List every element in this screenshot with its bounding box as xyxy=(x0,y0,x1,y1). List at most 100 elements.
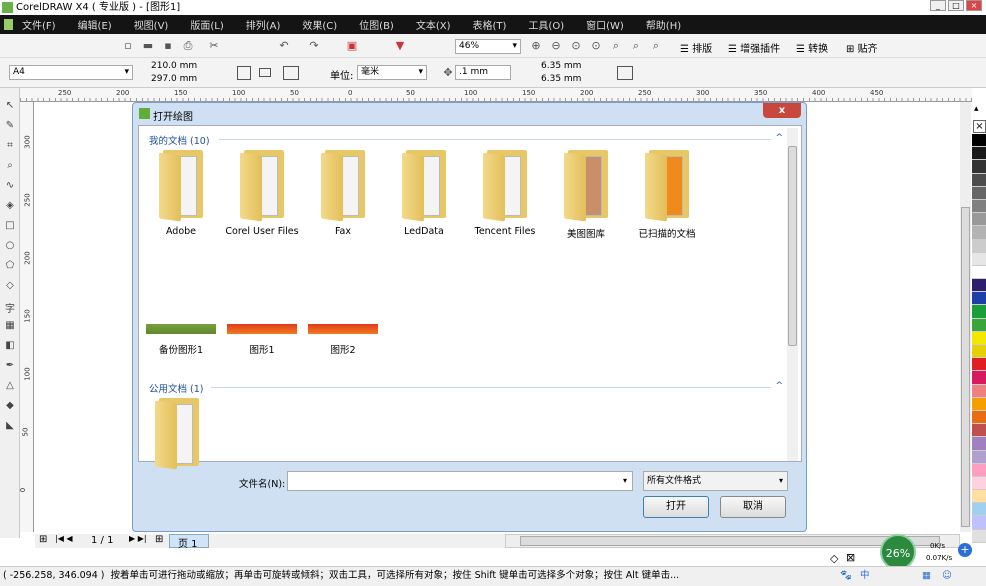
color-swatch[interactable] xyxy=(972,186,986,200)
menu-item[interactable]: 表格(T) xyxy=(473,17,507,32)
zoom-level-select[interactable]: 46% ▾ xyxy=(455,39,521,54)
plugin-snap-button[interactable]: ⊞ 贴齐 xyxy=(846,40,878,55)
color-swatch[interactable] xyxy=(972,529,986,543)
color-swatch[interactable] xyxy=(972,226,986,240)
polygon-tool-icon[interactable]: ⬠ xyxy=(3,260,17,274)
smart-fill-tool-icon[interactable]: ◈ xyxy=(3,200,17,214)
color-swatch[interactable] xyxy=(972,173,986,187)
open-icon[interactable]: ▬ xyxy=(142,40,154,52)
eyedropper-tool-icon[interactable]: ✒ xyxy=(3,360,17,374)
plugin-convert-button[interactable]: ☰ 转换 xyxy=(796,40,828,55)
file-item[interactable]: 图形2 xyxy=(305,324,381,356)
open-button[interactable]: 打开 xyxy=(643,496,709,518)
rectangle-tool-icon[interactable]: □ xyxy=(3,220,17,234)
pick-tool-icon[interactable]: ↖ xyxy=(3,100,17,114)
folder-item[interactable]: 美图图库 xyxy=(548,150,624,240)
folder-item[interactable]: Corel User Files xyxy=(224,150,300,237)
file-item[interactable]: 备份图形1 xyxy=(143,324,219,356)
last-page-icon[interactable]: ▶ ▶| xyxy=(129,534,147,543)
folder-item[interactable]: LedData xyxy=(386,150,462,237)
dialog-scrollbar[interactable] xyxy=(787,128,798,461)
menu-item[interactable]: 窗口(W) xyxy=(586,17,624,32)
treat-as-filled-icon[interactable] xyxy=(617,66,633,80)
zoom-selected-icon[interactable]: ⊙ xyxy=(570,40,582,52)
freehand-tool-icon[interactable]: ∿ xyxy=(3,180,17,194)
palette-scroll-up-icon[interactable]: ▴ xyxy=(974,104,985,116)
color-swatch[interactable] xyxy=(972,397,986,411)
table-tool-icon[interactable]: ▦ xyxy=(3,320,17,334)
add-page-after-icon[interactable]: ⊞ xyxy=(155,534,163,545)
color-swatch[interactable] xyxy=(972,358,986,372)
new-icon[interactable]: ▫ xyxy=(122,40,134,52)
folder-item[interactable]: 已扫描的文档 xyxy=(629,150,705,240)
color-swatch[interactable] xyxy=(972,147,986,161)
fill-tool-icon[interactable]: ◆ xyxy=(3,400,17,414)
color-swatch[interactable] xyxy=(972,252,986,266)
plugin-layout-button[interactable]: ☰ 排版 xyxy=(680,40,712,55)
page-tab[interactable]: 页 1 xyxy=(169,534,209,550)
filename-input[interactable] xyxy=(287,471,633,491)
color-swatch[interactable] xyxy=(972,490,986,504)
no-color-swatch[interactable]: × xyxy=(973,120,986,133)
menu-item[interactable]: 位图(B) xyxy=(359,17,394,32)
plus-icon[interactable]: + xyxy=(958,543,972,557)
cancel-button[interactable]: 取消 xyxy=(720,496,786,518)
color-swatch[interactable] xyxy=(972,410,986,425)
first-page-icon[interactable]: |◀ ◀ xyxy=(55,534,73,543)
nudge-field[interactable]: .1 mm xyxy=(455,65,511,80)
menu-item[interactable]: 帮助(H) xyxy=(646,17,681,32)
interactive-fill-tool-icon[interactable]: ◣ xyxy=(3,420,17,434)
interactive-tool-icon[interactable]: ◧ xyxy=(3,340,17,354)
landscape-icon[interactable] xyxy=(259,68,271,77)
filetype-select[interactable]: 所有文件格式 ▾ xyxy=(643,471,788,491)
plugin-enhance-button[interactable]: ☰ 增强插件 xyxy=(728,40,780,55)
duplicate-y-field[interactable]: 6.35 mm xyxy=(538,73,596,88)
print-icon[interactable]: ⎙ xyxy=(182,40,194,52)
text-tool-icon[interactable]: 字 xyxy=(3,300,17,315)
zoom-tool-icon[interactable]: ⌕ xyxy=(3,160,17,174)
zoom-all-icon[interactable]: ⊙ xyxy=(590,40,602,52)
ime-mode[interactable]: 中 xyxy=(860,567,870,585)
color-swatch[interactable] xyxy=(972,476,986,491)
menu-item[interactable]: 文件(F) xyxy=(22,17,56,32)
zoom-page-icon[interactable]: ⌕ xyxy=(610,40,622,52)
minimize-button[interactable]: _ xyxy=(930,0,946,11)
color-swatch[interactable] xyxy=(972,503,986,517)
zoom-width-icon[interactable]: ⌕ xyxy=(630,40,642,52)
menu-item[interactable]: 工具(O) xyxy=(528,17,564,32)
color-swatch[interactable] xyxy=(972,265,986,280)
menu-item[interactable]: 文本(X) xyxy=(416,17,451,32)
paper-size-select[interactable]: A4 ▾ xyxy=(9,65,133,80)
folder-item[interactable]: Fax xyxy=(305,150,381,237)
smiley-icon[interactable]: ☺ xyxy=(942,567,952,585)
folder-item[interactable] xyxy=(139,398,215,474)
all-pages-icon[interactable] xyxy=(283,66,299,80)
color-swatch[interactable] xyxy=(972,331,986,345)
portrait-icon[interactable] xyxy=(237,66,251,80)
application-launcher-icon[interactable]: ▼ xyxy=(394,40,406,52)
outline-tool-icon[interactable]: △ xyxy=(3,380,17,394)
import-icon[interactable]: ▣ xyxy=(346,40,358,52)
color-swatch[interactable] xyxy=(972,239,986,253)
grid-icon[interactable]: ▦ xyxy=(922,567,931,585)
undo-icon[interactable]: ↶ xyxy=(278,40,290,52)
menu-item[interactable]: 效果(C) xyxy=(302,17,337,32)
color-swatch[interactable] xyxy=(972,134,986,148)
color-swatch[interactable] xyxy=(972,213,986,227)
filename-dropdown-icon[interactable]: ▾ xyxy=(623,476,627,485)
add-page-before-icon[interactable]: ⊞ xyxy=(39,534,47,545)
folder-item[interactable]: Tencent Files xyxy=(467,150,543,237)
network-monitor-badge[interactable]: 26% xyxy=(880,534,916,570)
crop-tool-icon[interactable]: ⌗ xyxy=(3,140,17,154)
color-swatch[interactable] xyxy=(972,318,986,332)
zoom-height-icon[interactable]: ⌕ xyxy=(650,40,662,52)
menu-item[interactable]: 版面(L) xyxy=(190,17,223,32)
collapse-public-documents-icon[interactable]: ^ xyxy=(775,381,783,391)
color-swatch[interactable] xyxy=(972,199,986,214)
redo-icon[interactable]: ↷ xyxy=(308,40,320,52)
color-swatch[interactable] xyxy=(972,463,986,477)
maximize-button[interactable]: □ xyxy=(948,0,964,11)
color-swatch[interactable] xyxy=(972,384,986,398)
color-swatch[interactable] xyxy=(972,516,986,530)
save-icon[interactable]: ▪ xyxy=(162,40,174,52)
